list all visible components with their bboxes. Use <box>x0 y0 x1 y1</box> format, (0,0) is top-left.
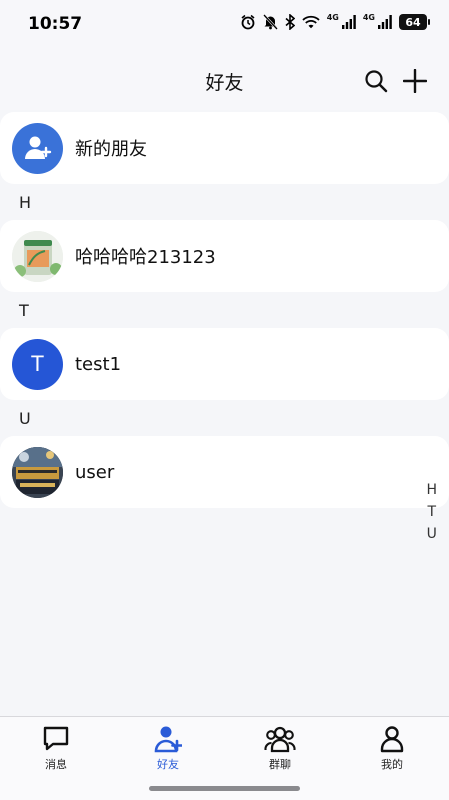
wifi-icon <box>302 15 320 29</box>
index-letter[interactable]: U <box>427 523 437 545</box>
profile-icon <box>380 726 404 753</box>
signal-icon <box>341 15 356 29</box>
tab-messages[interactable]: 消息 <box>16 725 96 772</box>
status-bar: 10:57 4G 4G 64 <box>0 0 449 52</box>
contact-name: 哈哈哈哈213123 <box>75 247 216 268</box>
tab-label: 好友 <box>157 758 179 771</box>
contact-row[interactable]: T test1 <box>0 328 449 400</box>
contact-name: user <box>75 461 115 483</box>
index-letter[interactable]: T <box>427 501 436 523</box>
section-header: T <box>19 300 29 320</box>
alarm-icon <box>241 14 255 30</box>
tab-label: 消息 <box>45 758 67 771</box>
network-type-2: 4G <box>362 12 375 22</box>
new-friends-label: 新的朋友 <box>75 139 147 160</box>
status-time: 10:57 <box>28 14 83 34</box>
message-icon <box>43 726 69 751</box>
section-header: H <box>19 192 32 212</box>
group-icon <box>264 726 296 753</box>
contact-list: 新的朋友 H 哈哈哈哈213123 T T test1 U user <box>0 112 449 508</box>
contact-row[interactable]: 哈哈哈哈213123 <box>0 220 449 292</box>
contact-avatar <box>12 230 63 282</box>
home-indicator <box>149 786 300 791</box>
add-button[interactable] <box>400 66 430 96</box>
search-icon <box>365 70 388 93</box>
tab-label: 我的 <box>381 758 403 771</box>
search-button[interactable] <box>361 66 391 96</box>
contact-name: test1 <box>75 353 122 375</box>
tab-groups[interactable]: 群聊 <box>240 725 320 772</box>
header: 好友 <box>0 52 449 110</box>
add-user-icon <box>12 122 63 174</box>
alphabet-index[interactable]: H T U <box>426 479 437 545</box>
new-friends-row[interactable]: 新的朋友 <box>0 112 449 184</box>
status-icons: 4G 4G 64 <box>240 12 430 30</box>
index-letter[interactable]: H <box>426 479 437 501</box>
contact-avatar <box>12 446 63 498</box>
plus-icon <box>403 69 427 93</box>
friends-icon <box>154 726 182 753</box>
tab-label: 群聊 <box>269 758 291 771</box>
contact-avatar: T <box>12 338 63 390</box>
mute-icon <box>262 14 278 30</box>
tab-profile[interactable]: 我的 <box>352 725 432 772</box>
signal-icon <box>378 15 392 29</box>
network-type-1: 4G <box>326 12 339 22</box>
tab-friends[interactable]: 好友 <box>128 725 208 772</box>
contact-row[interactable]: user <box>0 436 449 508</box>
bluetooth-icon <box>285 14 295 30</box>
section-header: U <box>19 408 31 428</box>
battery-indicator: 64 <box>399 14 430 30</box>
